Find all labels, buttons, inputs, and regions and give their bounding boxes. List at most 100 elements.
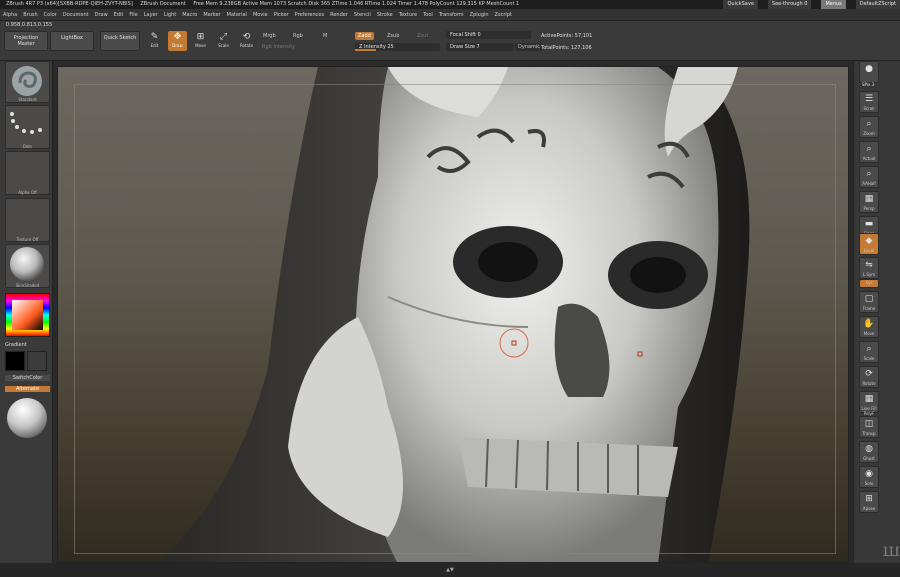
solo-label: Solo	[864, 481, 874, 486]
see-through-slider[interactable]: See-through 0	[767, 0, 812, 9]
menu-brush[interactable]: Brush	[20, 12, 40, 18]
menu-file[interactable]: File	[126, 12, 140, 18]
quicksave-button[interactable]: QuickSave	[723, 0, 758, 9]
alpha-thumbnail[interactable]	[5, 151, 50, 195]
default-zscript-button[interactable]: DefaultZScript	[855, 0, 900, 9]
canvas-viewport[interactable]	[57, 66, 849, 563]
menu-light[interactable]: Light	[161, 12, 179, 18]
menu-render[interactable]: Render	[327, 12, 351, 18]
menu-preferences[interactable]: Preferences	[292, 12, 327, 18]
menu-macro[interactable]: Macro	[179, 12, 200, 18]
secondary-color-swatch[interactable]	[27, 351, 47, 371]
zoom-button[interactable]: ⌕ Zoom	[859, 116, 879, 138]
xyz-button[interactable]: Xyz	[859, 279, 879, 288]
scroll-button[interactable]: ☰ Scroll	[859, 91, 879, 113]
menu-movie[interactable]: Movie	[250, 12, 271, 18]
edit-label: Edit	[150, 43, 159, 48]
menu-draw[interactable]: Draw	[92, 12, 111, 18]
persp-label: Persp	[863, 206, 875, 211]
menu-texture[interactable]: Texture	[396, 12, 420, 18]
active-points: ActivePoints: 57,101	[541, 33, 593, 39]
polyframe-button[interactable]: ▦ Line Fill PolyF	[859, 391, 879, 416]
material-thumbnail[interactable]	[5, 244, 50, 288]
menu-zplugin[interactable]: Zplugin	[467, 12, 492, 18]
lightbox-button[interactable]: LightBox	[50, 31, 94, 51]
menu-zscript[interactable]: Zscript	[492, 12, 515, 18]
menu-document[interactable]: Document	[60, 12, 92, 18]
rotate-view-icon: ⟳	[865, 369, 873, 379]
menu-stroke[interactable]: Stroke	[374, 12, 396, 18]
alpha-label: Alpha Off	[18, 190, 37, 195]
menu-material[interactable]: Material	[224, 12, 250, 18]
edit-button[interactable]: ✎ Edit	[145, 31, 164, 51]
scale-button[interactable]: ⤢ Scale	[214, 31, 233, 51]
primary-color-swatch[interactable]	[5, 351, 25, 371]
menu-layer[interactable]: Layer	[141, 12, 161, 18]
move-view-button[interactable]: ✋ Move	[859, 316, 879, 338]
local-button[interactable]: ◆ Local	[859, 233, 879, 255]
xpose-icon: ⊞	[865, 494, 873, 504]
draw-button[interactable]: ✥ Draw	[168, 31, 187, 51]
z-intensity-slider[interactable]: Z Intensity 25	[355, 43, 440, 51]
switchcolor-button[interactable]: SwitchColor	[5, 375, 50, 381]
m-toggle[interactable]: M	[320, 32, 330, 40]
move-button[interactable]: ⊞ Move	[191, 31, 210, 51]
texture-label: Texture Off	[16, 237, 39, 242]
projection-master-button[interactable]: Projection Master	[4, 31, 48, 51]
zsub-toggle[interactable]: Zsub	[384, 32, 402, 40]
ghost-button[interactable]: ◍ Ghost	[859, 441, 879, 463]
rotate-label: Rotate	[239, 43, 254, 48]
menu-tool[interactable]: Tool	[420, 12, 436, 18]
rgb-toggle[interactable]: Rgb	[290, 32, 306, 40]
stroke-thumbnail[interactable]	[5, 105, 50, 149]
xpose-label: Xpose	[862, 506, 876, 511]
zoom-label: Zoom	[863, 131, 875, 136]
menu-stencil[interactable]: Stencil	[351, 12, 374, 18]
alternate-button[interactable]: Alternate	[5, 386, 50, 392]
frame-button[interactable]: ▢ Frame	[859, 291, 879, 313]
bottom-tray-toggle[interactable]: ▲▼	[0, 563, 900, 577]
move-view-label: Move	[863, 331, 875, 336]
spix-label: SPix 3	[862, 82, 875, 87]
mrgb-toggle[interactable]: Mrgb	[260, 32, 279, 40]
menu-picker[interactable]: Picker	[271, 12, 292, 18]
color-picker[interactable]	[5, 293, 50, 337]
xyz-label: Xyz	[865, 280, 873, 285]
spix-button[interactable]: ●	[859, 61, 879, 83]
quick-sketch-button[interactable]: Quick Sketch	[100, 31, 140, 51]
spix-icon: ●	[865, 64, 873, 74]
floor-icon: ▬	[864, 219, 874, 229]
zadd-toggle[interactable]: Zadd	[355, 32, 374, 40]
scale-icon: ⤢	[219, 32, 228, 42]
aahalf-button[interactable]: ⌕ AAHalf	[859, 166, 879, 188]
transp-button[interactable]: ◫ Transp	[859, 416, 879, 438]
rotate-view-button[interactable]: ⟳ Rotate	[859, 366, 879, 388]
draw-label: Draw	[172, 43, 183, 48]
focal-shift-slider[interactable]: Focal Shift 0	[446, 31, 531, 39]
scale-view-button[interactable]: ⌕ Scale	[859, 341, 879, 363]
menu-marker[interactable]: Marker	[200, 12, 223, 18]
gradient-label[interactable]: Gradient	[5, 342, 50, 348]
persp-button[interactable]: ▦ Persp	[859, 191, 879, 213]
material-label: SkinShade4	[15, 283, 40, 288]
zoom-icon: ⌕	[866, 119, 872, 129]
menus-button[interactable]: Menus	[821, 0, 846, 9]
lsym-button[interactable]: ⇋ L.Sym	[859, 257, 879, 279]
focal-shift-label: Focal Shift 0	[450, 32, 481, 38]
texture-thumbnail[interactable]	[5, 198, 50, 242]
menu-alpha[interactable]: Alpha	[0, 12, 20, 18]
menu-edit[interactable]: Edit	[111, 12, 127, 18]
actual-button[interactable]: ⌕ Actual	[859, 141, 879, 163]
zcut-toggle[interactable]: Zcut	[414, 32, 431, 40]
dynamic-toggle[interactable]: Dynamic	[515, 43, 544, 51]
solo-button[interactable]: ◉ Solo	[859, 466, 879, 488]
material-preview-sphere[interactable]	[5, 397, 50, 443]
menu-color[interactable]: Color	[41, 12, 60, 18]
menu-transform[interactable]: Transform	[436, 12, 467, 18]
draw-size-slider[interactable]: Draw Size 7	[446, 43, 514, 51]
rotate-button[interactable]: ⟲ Rotate	[237, 31, 256, 51]
xpose-button[interactable]: ⊞ Xpose	[859, 491, 879, 513]
rgb-intensity-slider[interactable]: Rgb Intensity	[262, 44, 295, 50]
watermark-logo: ꟺ	[882, 540, 900, 561]
rotate-icon: ⟲	[242, 32, 251, 42]
